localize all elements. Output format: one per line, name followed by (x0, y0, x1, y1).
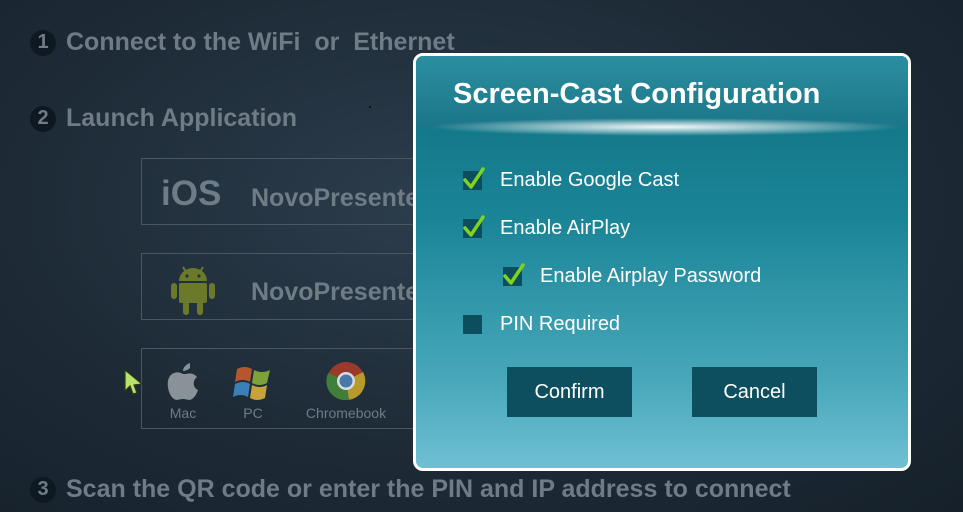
checkmark-icon (503, 263, 525, 285)
step-number: 1 (30, 29, 56, 56)
pin-required-checkbox[interactable] (463, 315, 482, 334)
platform-label: Chromebook (305, 405, 387, 421)
step-1: 1 Connect to the WiFi or Ethernet (30, 28, 455, 57)
step-2: 2 Launch Application (30, 104, 297, 133)
option-google-cast[interactable]: Enable Google Cast (463, 167, 680, 192)
platform-mac[interactable]: Mac (162, 359, 204, 421)
step-text: Scan the QR code or enter the PIN and IP… (66, 475, 791, 503)
cancel-button[interactable]: Cancel (692, 367, 817, 417)
ios-app-name: NovoPresenter (251, 184, 429, 212)
checkmark-icon (463, 167, 485, 189)
airplay-password-checkbox[interactable] (503, 263, 525, 286)
option-label: PIN Required (500, 313, 621, 335)
android-app-name: NovoPresenter (251, 278, 429, 306)
header-glow (426, 118, 904, 136)
android-icon (168, 261, 218, 322)
android-app-box[interactable]: NovoPresenter (141, 253, 431, 320)
airplay-checkbox[interactable] (463, 215, 485, 238)
desktop-apps-box: Mac PC Chromebook (141, 348, 431, 429)
option-label: Enable AirPlay (500, 217, 631, 239)
step-number: 2 (30, 105, 56, 132)
platform-pc[interactable]: PC (232, 359, 274, 421)
step-3: 3 Scan the QR code or enter the PIN and … (30, 475, 791, 504)
screen-cast-config-dialog: Screen-Cast Configuration Enable Google … (413, 53, 911, 471)
ios-app-box[interactable]: iOS NovoPresenter (141, 158, 431, 225)
windows-icon (233, 359, 273, 403)
option-airplay[interactable]: Enable AirPlay (463, 215, 631, 240)
step-text: Launch Application (66, 104, 298, 132)
ios-label: iOS (161, 174, 222, 213)
option-label: Enable Google Cast (500, 169, 680, 191)
google-cast-checkbox[interactable] (463, 167, 485, 190)
chrome-icon (325, 359, 367, 403)
cursor-icon (123, 368, 145, 401)
platform-label: Mac (169, 405, 197, 421)
checkmark-icon (463, 215, 485, 237)
option-airplay-password[interactable]: Enable Airplay Password (503, 263, 762, 288)
platform-label: PC (243, 405, 263, 421)
confirm-button[interactable]: Confirm (507, 367, 632, 417)
option-pin-required[interactable]: PIN Required (463, 313, 620, 336)
dialog-title: Screen-Cast Configuration (453, 78, 821, 110)
step-number: 3 (30, 476, 56, 503)
option-label: Enable Airplay Password (540, 265, 762, 287)
apple-icon (164, 359, 202, 403)
decorative-dot (369, 106, 371, 108)
platform-chromebook[interactable]: Chromebook (300, 359, 392, 421)
step-text: Connect to the WiFi or Ethernet (66, 28, 455, 56)
